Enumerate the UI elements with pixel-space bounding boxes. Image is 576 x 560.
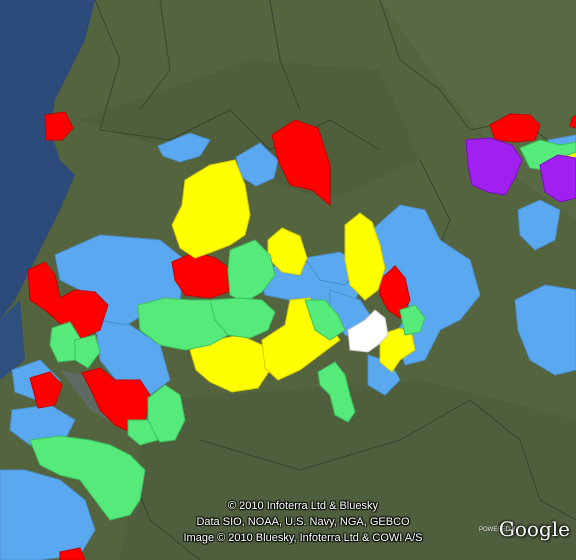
attribution-line-1: © 2010 Infoterra Ltd & Bluesky [228, 500, 378, 512]
attribution-line-3: Image © 2010 Bluesky, Infoterra Ltd & CO… [183, 532, 423, 544]
map-view[interactable]: © 2010 Infoterra Ltd & Bluesky Data SIO,… [0, 0, 576, 560]
google-logo[interactable]: Google [499, 517, 570, 541]
map-canvas[interactable] [0, 0, 576, 560]
